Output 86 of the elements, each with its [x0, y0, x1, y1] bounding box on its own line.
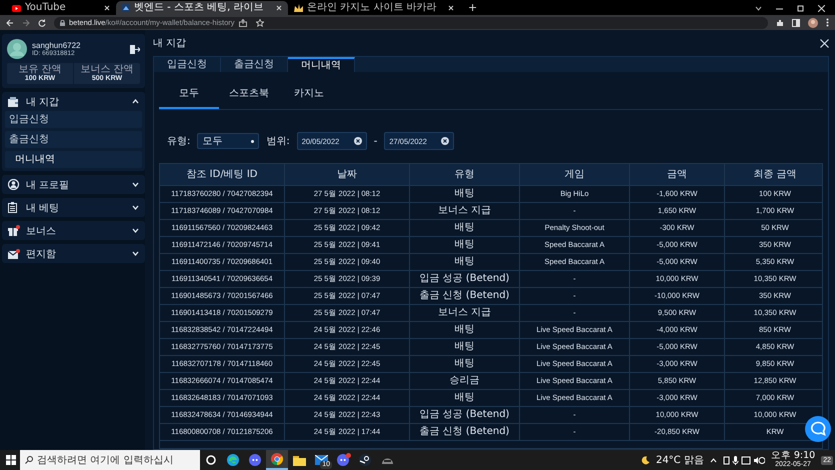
table-cell: 출금 신청 (Betend) [410, 424, 520, 441]
play-logo-icon [12, 4, 21, 12]
logout-icon[interactable] [130, 44, 140, 54]
column-header: 게임 [520, 164, 630, 186]
avatar-icon [7, 39, 27, 59]
table-cell: 배팅 [410, 390, 520, 407]
folder-icon [292, 454, 306, 466]
table-cell: 배팅 [410, 254, 520, 271]
table-cell: 배팅 [410, 237, 520, 254]
submenu-item[interactable]: 입금신청 [5, 111, 142, 128]
close-icon[interactable] [448, 5, 454, 11]
column-header: 최종 금액 [725, 164, 822, 186]
tab-title: 온라인 카지노 사이트 바카라 [307, 1, 438, 15]
close-icon[interactable] [104, 5, 110, 11]
table-cell: 입금 성공 (Betend) [410, 271, 520, 288]
table-cell: 배팅 [410, 322, 520, 339]
table-cell: 승리금 [410, 373, 520, 390]
table-cell: 출금 신청 (Betend) [410, 288, 520, 305]
search-icon [25, 456, 33, 464]
tab-title: 벳엔드 - 스포츠 베팅, 라이브 [134, 1, 265, 15]
submenu-item[interactable]: 출금신청 [5, 131, 142, 148]
restore-icon[interactable] [797, 4, 804, 12]
close-icon[interactable] [820, 38, 829, 48]
system-tray-icons-drawing[interactable] [722, 456, 765, 464]
edge-icon [227, 454, 239, 466]
chevron-up-icon[interactable] [132, 99, 139, 104]
balance-label: 보너스 잔액 [80, 64, 134, 75]
share-icon[interactable] [238, 18, 247, 26]
filter-tab[interactable]: 스포츠북 [219, 80, 279, 109]
dropdown-icon [251, 140, 254, 142]
column-header: 날짜 [285, 164, 410, 186]
submenu-item[interactable]: 머니내역 [5, 151, 142, 168]
chat-icon[interactable] [805, 416, 831, 442]
menu-item[interactable]: 내 지갑 [5, 92, 142, 111]
filter-label: 범위: [266, 135, 290, 148]
chevron-down-icon[interactable] [755, 6, 762, 10]
site-logo-icon [122, 4, 130, 12]
username: sanghun6722 [32, 41, 82, 50]
moon-icon [640, 456, 650, 464]
side-panel-icon[interactable] [792, 18, 800, 26]
circle-icon [206, 455, 216, 465]
balance-label: 보유 잔액 [18, 64, 62, 75]
lock-icon [60, 20, 65, 26]
range-separator: - [374, 136, 378, 146]
browser-tab[interactable]: 온라인 카지노 사이트 바카라 [288, 1, 460, 15]
minimize-icon[interactable] [776, 6, 783, 10]
steam-icon [359, 454, 371, 466]
star-icon[interactable] [256, 18, 264, 26]
filter-tab[interactable]: 모두 [159, 80, 219, 109]
weather-text: 24°C 맑음 [656, 454, 704, 467]
column-header: 유형 [410, 164, 520, 186]
table-cell: 배팅 [410, 186, 520, 203]
avatar-icon[interactable] [808, 18, 818, 28]
table-cell: 배팅 [410, 356, 520, 373]
clock-time: 오후 9:10 [770, 451, 816, 460]
tab[interactable]: 입금신청 [154, 57, 221, 72]
windows-icon[interactable] [6, 455, 16, 465]
filter-label: 유형: [167, 135, 190, 148]
table-cell: 입금 성공 (Betend) [410, 407, 520, 424]
close-icon[interactable] [818, 4, 825, 12]
forward-icon[interactable] [22, 18, 30, 26]
browser-tab[interactable]: YouTube [6, 1, 116, 15]
more-icon[interactable] [826, 18, 829, 27]
type-dropdown[interactable]: 모두 [197, 133, 260, 149]
table-cell: 배팅 [410, 220, 520, 237]
search-field[interactable]: 검색하려면 여기에 입력하십시 [20, 450, 200, 470]
new-tab-button[interactable]: + [468, 1, 478, 15]
table-cell: 보너스 지급 [410, 203, 520, 220]
column-header: 참조 ID/베팅 ID [160, 164, 285, 186]
taskbar-app[interactable] [266, 450, 288, 470]
browser-tab[interactable]: 벳엔드 - 스포츠 베팅, 라이브 [116, 1, 288, 15]
clear-icon[interactable] [354, 137, 362, 145]
clear-icon[interactable] [441, 137, 450, 145]
chrome-icon [271, 453, 283, 465]
table-cell: 보너스 지급 [410, 305, 520, 322]
tab-title: YouTube [25, 1, 67, 15]
column-header: 금액 [630, 164, 725, 186]
crown-icon [294, 4, 303, 12]
tab[interactable]: 머니내역 [288, 57, 355, 72]
panel-title: 내 지갑 [153, 37, 188, 50]
table-cell: 배팅 [410, 339, 520, 356]
reload-icon[interactable] [38, 18, 46, 26]
alert-dot-icon [346, 453, 351, 458]
close-icon[interactable] [276, 5, 282, 11]
back-icon[interactable] [6, 18, 14, 26]
filter-tab[interactable]: 카지노 [279, 80, 339, 109]
